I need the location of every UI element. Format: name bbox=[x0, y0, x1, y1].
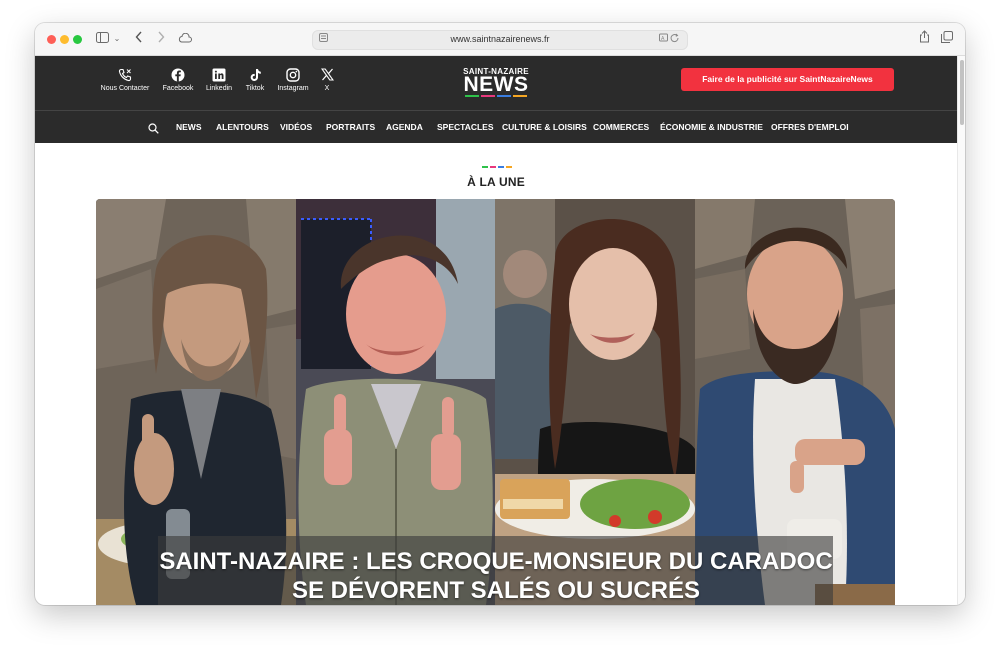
social-label: X bbox=[324, 85, 330, 92]
social-label: Linkedin bbox=[205, 85, 233, 92]
chevron-down-icon[interactable]: ⌄ bbox=[113, 30, 121, 48]
share-icon[interactable] bbox=[917, 30, 931, 48]
linkedin-link[interactable]: Linkedin bbox=[201, 68, 237, 92]
zoom-window-button[interactable] bbox=[73, 35, 82, 44]
contact-link[interactable]: Nous Contacter bbox=[97, 68, 153, 92]
site-header: Nous Contacter Facebook Linkedin Tiktok … bbox=[35, 56, 957, 110]
logo-main-text: NEWS bbox=[463, 73, 529, 96]
search-icon[interactable] bbox=[148, 121, 159, 139]
social-label: Tiktok bbox=[245, 85, 265, 92]
nav-item-news[interactable]: NEWS bbox=[176, 122, 202, 132]
advertise-button[interactable]: Faire de la publicité sur SaintNazaireNe… bbox=[681, 68, 894, 91]
nav-item-portraits[interactable]: PORTRAITS bbox=[326, 122, 375, 132]
headline-line-1: SAINT-NAZAIRE : LES CROQUE-MONSIEUR DU C… bbox=[159, 548, 833, 575]
social-label: Facebook bbox=[162, 85, 194, 92]
translate-reload-icons[interactable]: A bbox=[659, 33, 681, 46]
nav-item-offres-emploi[interactable]: OFFRES D'EMPLOI bbox=[771, 122, 849, 132]
social-label: Instagram bbox=[277, 85, 309, 92]
tabs-overview-icon[interactable] bbox=[940, 30, 954, 48]
tiktok-icon bbox=[241, 68, 269, 82]
forward-button[interactable] bbox=[155, 30, 167, 48]
close-window-button[interactable] bbox=[47, 35, 56, 44]
x-link[interactable]: X bbox=[317, 68, 337, 92]
linkedin-icon bbox=[201, 68, 237, 82]
scrollbar-thumb[interactable] bbox=[960, 60, 964, 125]
back-button[interactable] bbox=[133, 30, 145, 48]
x-icon bbox=[317, 68, 337, 82]
address-bar[interactable]: www.saintnazairenews.fr A bbox=[312, 30, 688, 50]
tiktok-link[interactable]: Tiktok bbox=[241, 68, 269, 92]
instagram-icon bbox=[274, 68, 312, 82]
sidebar-toggle-icon[interactable] bbox=[95, 30, 109, 48]
nav-item-alentours[interactable]: ALENTOURS bbox=[216, 122, 269, 132]
site-logo[interactable]: SAINT-NAZAIRE NEWS bbox=[461, 67, 531, 97]
hero-article-image[interactable]: SAINT-NAZAIRE : LES CROQUE-MONSIEUR DU C… bbox=[96, 199, 895, 605]
headline-line-2: SE DÉVORENT SALÉS OU SUCRÉS bbox=[291, 577, 701, 604]
phone-icon bbox=[97, 68, 153, 82]
nav-item-economie-industrie[interactable]: ÉCONOMIE & INDUSTRIE bbox=[660, 122, 763, 132]
nav-item-culture-loisirs[interactable]: CULTURE & LOISIRS bbox=[502, 122, 587, 132]
svg-text:A: A bbox=[661, 36, 665, 42]
instagram-link[interactable]: Instagram bbox=[274, 68, 312, 92]
facebook-icon bbox=[159, 68, 197, 82]
page-scrollbar[interactable] bbox=[957, 56, 965, 605]
main-nav: NEWS ALENTOURS VIDÉOS PORTRAITS AGENDA S… bbox=[35, 110, 957, 143]
facebook-link[interactable]: Facebook bbox=[159, 68, 197, 92]
nav-item-videos[interactable]: VIDÉOS bbox=[280, 122, 312, 132]
url-text[interactable]: www.saintnazairenews.fr bbox=[313, 34, 687, 44]
cloud-icon[interactable] bbox=[177, 30, 193, 48]
minimize-window-button[interactable] bbox=[60, 35, 69, 44]
nav-item-agenda[interactable]: AGENDA bbox=[386, 122, 423, 132]
browser-toolbar: ⌄ www.saintnazairenews.fr A bbox=[35, 23, 965, 56]
browser-window: ⌄ www.saintnazairenews.fr A Nous Contact… bbox=[35, 23, 965, 605]
nav-item-spectacles[interactable]: SPECTACLES bbox=[437, 122, 494, 132]
section-color-dashes bbox=[482, 166, 512, 168]
nav-item-commerces[interactable]: COMMERCES bbox=[593, 122, 649, 132]
social-label: Nous Contacter bbox=[100, 85, 150, 92]
hero-headline[interactable]: SAINT-NAZAIRE : LES CROQUE-MONSIEUR DU C… bbox=[136, 547, 856, 605]
section-title: À LA UNE bbox=[467, 175, 525, 189]
